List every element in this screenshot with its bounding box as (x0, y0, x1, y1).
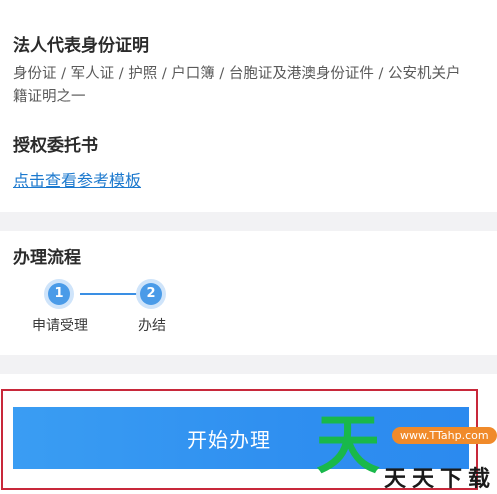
legal-rep-id-title: 法人代表身份证明 (13, 36, 149, 56)
watermark-text: 天天下载 (384, 467, 497, 492)
step-1-circle: 1 (48, 283, 70, 305)
step-2-circle: 2 (140, 283, 162, 305)
step-2-label: 办结 (138, 318, 166, 334)
authorization-title: 授权委托书 (13, 136, 98, 156)
process-section: 办理流程 1 2 申请受理 办结 (0, 231, 497, 355)
watermark-url: www.TTahp.com (392, 427, 497, 444)
process-title: 办理流程 (13, 248, 81, 268)
legal-rep-id-description: 身份证 / 军人证 / 护照 / 户口簿 / 台胞证及港澳身份证件 / 公安机关… (13, 66, 461, 105)
start-processing-label: 开始办理 (187, 427, 271, 452)
required-documents-section: 法人代表身份证明 身份证 / 军人证 / 护照 / 户口簿 / 台胞证及港澳身份… (0, 0, 497, 212)
step-connector (80, 293, 138, 295)
template-link[interactable]: 点击查看参考模板 (13, 167, 141, 191)
watermark-logo: 天 (316, 409, 380, 483)
step-1-label: 申请受理 (32, 318, 88, 334)
